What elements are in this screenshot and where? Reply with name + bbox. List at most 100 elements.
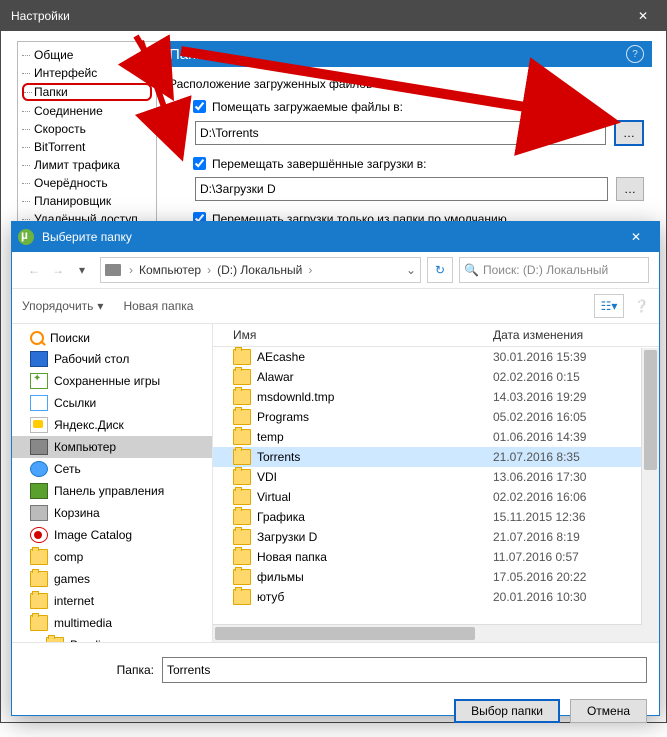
cp-icon [30, 483, 48, 499]
location-tree-item[interactable]: Ссылки [12, 392, 212, 414]
settings-tree-item[interactable]: Интерфейс [22, 64, 156, 82]
settings-title-text: Настройки [11, 9, 70, 23]
file-row[interactable]: Virtual02.02.2016 16:06 [213, 487, 659, 507]
browse-close-button[interactable]: ✕ [613, 222, 659, 252]
location-tree-item[interactable]: comp [12, 546, 212, 568]
file-row[interactable]: Torrents21.07.2016 8:35 [213, 447, 659, 467]
location-tree-item[interactable]: Яндекс.Диск [12, 414, 212, 436]
net-icon [30, 461, 48, 477]
file-row[interactable]: ютуб20.01.2016 10:30 [213, 587, 659, 607]
file-row[interactable]: фильмы17.05.2016 20:22 [213, 567, 659, 587]
settings-titlebar: Настройки ✕ [1, 1, 666, 31]
location-tree-item[interactable]: Image Catalog [12, 524, 212, 546]
folder-icon [233, 409, 251, 425]
folder-icon [233, 449, 251, 465]
nav-back-button[interactable]: ← [22, 258, 46, 282]
location-tree-item[interactable]: Рабочий стол [12, 348, 212, 370]
folder-icon [233, 529, 251, 545]
put-downloads-checkbox[interactable] [193, 100, 206, 113]
search-input[interactable]: 🔍 Поиск: (D:) Локальный [459, 257, 649, 283]
folder-icon [30, 615, 48, 631]
yd-icon [30, 417, 48, 433]
move-completed-label: Перемещать завершённые загрузки в: [212, 157, 426, 171]
search-placeholder: Поиск: (D:) Локальный [483, 263, 608, 277]
settings-tree-item[interactable]: Общие [22, 46, 156, 64]
help-icon[interactable]: ? [626, 45, 644, 63]
file-list-header[interactable]: Имя Дата изменения [213, 324, 659, 347]
folder-icon [233, 489, 251, 505]
location-tree-item[interactable]: Bandicam [12, 634, 212, 642]
breadcrumb[interactable]: › Компьютер › (D:) Локальный › ⌄ [100, 257, 421, 283]
location-tree-item[interactable]: Сеть [12, 458, 212, 480]
view-mode-button[interactable]: ☷▾ [594, 294, 624, 318]
link-icon [30, 395, 48, 411]
location-tree-item[interactable]: multimedia [12, 612, 212, 634]
location-tree-item[interactable]: Компьютер [12, 436, 212, 458]
location-tree-item[interactable]: Поиски [12, 328, 212, 348]
folder-icon [233, 349, 251, 365]
browse-move-completed-button[interactable]: … [616, 177, 644, 201]
nav-forward-button[interactable]: → [46, 258, 70, 282]
crumb-drive[interactable]: (D:) Локальный [217, 263, 302, 277]
folder-icon [233, 509, 251, 525]
folder-icon [46, 637, 64, 642]
settings-tree-item[interactable]: Скорость [22, 120, 156, 138]
file-row[interactable]: temp01.06.2016 14:39 [213, 427, 659, 447]
browse-toolbar: Упорядочить ▾ Новая папка ☷▾ ❔ [12, 289, 659, 324]
file-row[interactable]: VDI13.06.2016 17:30 [213, 467, 659, 487]
settings-tree-item[interactable]: Планировщик [22, 192, 156, 210]
move-completed-path-input[interactable] [195, 177, 608, 201]
location-tree-item[interactable]: Сохраненные игры [12, 370, 212, 392]
settings-close-button[interactable]: ✕ [620, 1, 666, 31]
trash-icon [30, 505, 48, 521]
location-tree-item[interactable]: Панель управления [12, 480, 212, 502]
drive-icon [105, 264, 121, 276]
move-completed-checkbox[interactable] [193, 157, 206, 170]
organize-menu[interactable]: Упорядочить ▾ [22, 299, 103, 313]
utorrent-icon [18, 229, 34, 245]
folder-icon [233, 429, 251, 445]
caret-right-icon: › [207, 263, 211, 277]
chevron-down-icon: ▾ [97, 299, 103, 313]
browse-put-downloads-button[interactable]: … [614, 120, 644, 146]
location-tree[interactable]: ПоискиРабочий столСохраненные игрыСсылки… [12, 324, 213, 642]
file-row[interactable]: Новая папка11.07.2016 0:57 [213, 547, 659, 567]
settings-tree-item[interactable]: Папки [22, 83, 152, 101]
settings-tree-item[interactable]: Соединение [22, 102, 156, 120]
new-folder-button[interactable]: Новая папка [123, 299, 193, 313]
location-tree-item[interactable]: Корзина [12, 502, 212, 524]
group-title: Расположение загруженных файлов [169, 77, 644, 91]
location-tree-item[interactable]: games [12, 568, 212, 590]
file-row[interactable]: Загрузки D21.07.2016 8:19 [213, 527, 659, 547]
folder-field-label: Папка: [24, 663, 162, 677]
folder-icon [233, 549, 251, 565]
file-list[interactable]: Имя Дата изменения AEcashe30.01.2016 15:… [213, 324, 659, 642]
crumb-computer[interactable]: Компьютер [139, 263, 201, 277]
file-row[interactable]: Графика15.11.2015 12:36 [213, 507, 659, 527]
settings-tree-item[interactable]: BitTorrent [22, 138, 156, 156]
select-folder-button[interactable]: Выбор папки [454, 699, 560, 723]
chevron-down-icon[interactable]: ⌄ [406, 263, 416, 277]
file-row[interactable]: AEcashe30.01.2016 15:39 [213, 347, 659, 367]
col-name-header[interactable]: Имя [213, 328, 493, 342]
cancel-button[interactable]: Отмена [570, 699, 647, 723]
caret-right-icon: › [129, 263, 133, 277]
folder-icon [30, 571, 48, 587]
saved-icon [30, 373, 48, 389]
location-tree-item[interactable]: internet [12, 590, 212, 612]
file-row[interactable]: Programs05.02.2016 16:05 [213, 407, 659, 427]
folder-icon [233, 469, 251, 485]
refresh-button[interactable]: ↻ [427, 257, 453, 283]
file-row[interactable]: msdownld.tmp14.03.2016 19:29 [213, 387, 659, 407]
settings-category-tree[interactable]: ОбщиеИнтерфейсПапкиСоединениеСкоростьBit… [17, 41, 157, 233]
col-date-header[interactable]: Дата изменения [493, 328, 659, 342]
vertical-scrollbar[interactable] [641, 348, 659, 642]
horizontal-scrollbar[interactable] [213, 624, 642, 642]
help-icon[interactable]: ❔ [634, 299, 649, 313]
settings-tree-item[interactable]: Очерёдность [22, 174, 156, 192]
nav-up-button[interactable]: ▾ [70, 258, 94, 282]
settings-tree-item[interactable]: Лимит трафика [22, 156, 156, 174]
put-downloads-path-input[interactable] [195, 121, 606, 145]
file-row[interactable]: Alawar02.02.2016 0:15 [213, 367, 659, 387]
folder-name-input[interactable] [162, 657, 647, 683]
